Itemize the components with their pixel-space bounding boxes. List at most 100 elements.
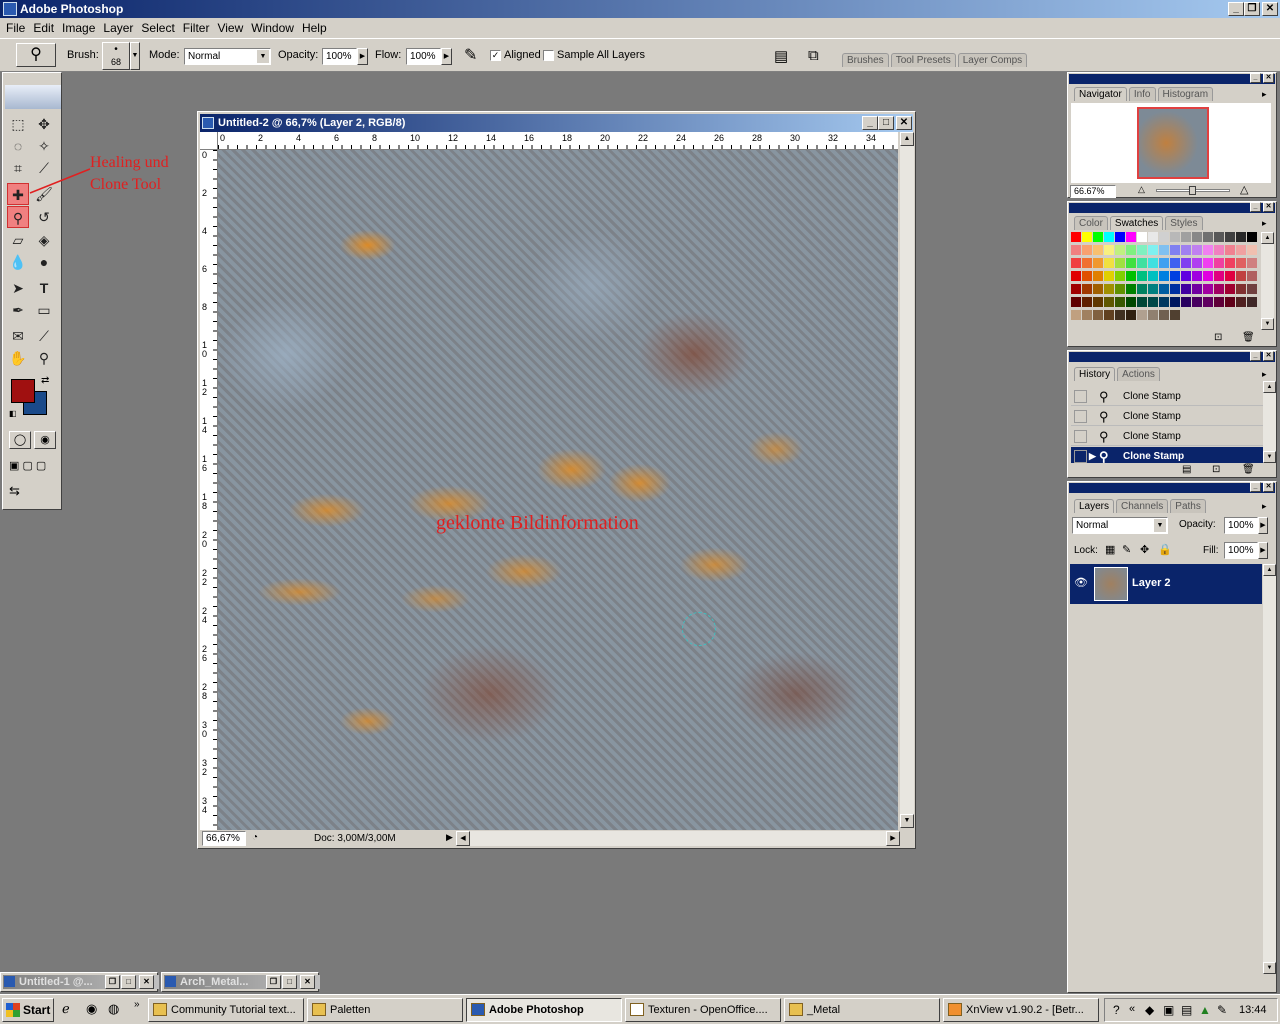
taskbar-button[interactable]: Community Tutorial text...: [148, 998, 304, 1022]
navigator-zoom-slider[interactable]: [1156, 186, 1230, 195]
quick-mask-icon[interactable]: ◉: [34, 431, 56, 449]
history-menu-icon[interactable]: ▸: [1262, 369, 1267, 380]
color-swatch[interactable]: [1247, 258, 1258, 269]
mode-select[interactable]: Normal ▼: [184, 48, 271, 65]
scroll-down-arrow[interactable]: ▼: [900, 814, 914, 828]
layers-close-icon[interactable]: ✕: [1263, 482, 1274, 492]
flow-field[interactable]: 100%: [406, 48, 441, 65]
color-swatch[interactable]: [1236, 297, 1247, 308]
color-swatch[interactable]: [1170, 271, 1181, 282]
color-swatch[interactable]: [1082, 310, 1093, 321]
history-item[interactable]: ⚲ Clone Stamp: [1071, 407, 1263, 426]
color-swatch[interactable]: [1115, 310, 1126, 321]
fill-arrow[interactable]: ▶: [1258, 542, 1268, 559]
history-panel-titlebar[interactable]: [1069, 352, 1275, 362]
standard-mode-icon[interactable]: ◯: [9, 431, 31, 449]
swatches-close-icon[interactable]: ✕: [1263, 202, 1274, 212]
color-swatch[interactable]: [1159, 258, 1170, 269]
tab-paths[interactable]: Paths: [1170, 499, 1206, 513]
color-swatch[interactable]: [1159, 245, 1170, 256]
tray-display-icon[interactable]: ▤: [1181, 1003, 1192, 1017]
color-swatch[interactable]: [1071, 245, 1082, 256]
tool-preset-picker[interactable]: ⚲: [16, 43, 56, 67]
lock-position-icon[interactable]: ✥: [1140, 543, 1149, 556]
history-scrollbar[interactable]: ▲ ▼: [1263, 381, 1276, 463]
color-swatch[interactable]: [1203, 271, 1214, 282]
color-swatch[interactable]: [1225, 297, 1236, 308]
hand-tool-icon[interactable]: ✋: [7, 347, 29, 369]
file-browser-icon[interactable]: ▤: [774, 47, 788, 65]
swatches-menu-icon[interactable]: ▸: [1262, 218, 1267, 229]
close-window-icon[interactable]: ✕: [300, 975, 315, 989]
swatches-panel-titlebar[interactable]: [1069, 203, 1275, 213]
color-swatch[interactable]: [1093, 310, 1104, 321]
color-swatch[interactable]: [1126, 297, 1137, 308]
scroll-right-arrow[interactable]: ▶: [886, 831, 900, 846]
color-swatch[interactable]: [1104, 232, 1115, 243]
color-swatch[interactable]: [1236, 258, 1247, 269]
color-swatch[interactable]: [1148, 232, 1159, 243]
history-scroll-up[interactable]: ▲: [1263, 381, 1276, 393]
navigator-thumbnail[interactable]: [1137, 107, 1209, 179]
default-colors-icon[interactable]: ◧: [9, 409, 17, 418]
tray-app-icon[interactable]: ◆: [1145, 1003, 1154, 1017]
color-swatch[interactable]: [1071, 310, 1082, 321]
tab-layers[interactable]: Layers: [1074, 499, 1115, 513]
pen-tool-icon[interactable]: ✒: [7, 299, 29, 321]
color-swatch[interactable]: [1203, 232, 1214, 243]
color-swatch[interactable]: [1247, 284, 1258, 295]
color-swatch[interactable]: [1236, 271, 1247, 282]
doc-close-button[interactable]: ✕: [896, 116, 912, 130]
lock-all-icon[interactable]: 🔒: [1158, 543, 1172, 556]
color-swatch[interactable]: [1082, 297, 1093, 308]
palette-well-icon[interactable]: ⧉: [808, 47, 819, 64]
color-swatch[interactable]: [1137, 232, 1148, 243]
eye-visibility-icon[interactable]: 👁: [1074, 576, 1088, 589]
color-swatch[interactable]: [1181, 245, 1192, 256]
tab-styles[interactable]: Styles: [1165, 216, 1203, 230]
healing-brush-icon[interactable]: ✚: [7, 183, 29, 205]
history-close-icon[interactable]: ✕: [1263, 351, 1274, 361]
maximize-window-icon[interactable]: □: [282, 975, 297, 989]
opacity-field[interactable]: 100%: [322, 48, 357, 65]
menu-file[interactable]: File: [2, 21, 29, 35]
tray-status-icon[interactable]: ▲: [1199, 1003, 1211, 1017]
color-swatch[interactable]: [1071, 232, 1082, 243]
well-tab-brushes[interactable]: Brushes: [842, 53, 889, 67]
color-swatch[interactable]: [1203, 297, 1214, 308]
color-swatch[interactable]: [1159, 297, 1170, 308]
menu-window[interactable]: Window: [247, 21, 298, 35]
color-swatch[interactable]: [1148, 271, 1159, 282]
dodge-tool-icon[interactable]: ●: [33, 251, 55, 273]
history-min-icon[interactable]: _: [1250, 351, 1261, 361]
color-swatch[interactable]: [1115, 245, 1126, 256]
color-swatch[interactable]: [1192, 271, 1203, 282]
delete-swatch-icon[interactable]: 🗑: [1242, 332, 1255, 343]
fill-field[interactable]: 100%: [1224, 542, 1258, 559]
blur-tool-icon[interactable]: 💧: [7, 251, 29, 273]
color-swatch[interactable]: [1236, 232, 1247, 243]
color-swatch[interactable]: [1104, 284, 1115, 295]
ie-quicklaunch-icon[interactable]: ℯ: [62, 1001, 70, 1017]
taskbar-button[interactable]: Texturen - OpenOffice....: [625, 998, 781, 1022]
history-scroll-down[interactable]: ▼: [1263, 451, 1276, 463]
status-icon[interactable]: ◔: [252, 832, 258, 843]
color-swatch[interactable]: [1247, 271, 1258, 282]
clone-stamp-tool-icon[interactable]: ⚲: [7, 206, 29, 228]
foreground-color-swatch[interactable]: [11, 379, 35, 403]
color-swatch[interactable]: [1192, 258, 1203, 269]
well-tab-tool-presets[interactable]: Tool Presets: [890, 53, 956, 67]
notes-tool-icon[interactable]: ✉: [7, 325, 29, 347]
color-swatch[interactable]: [1159, 232, 1170, 243]
tray-tool-icon[interactable]: ✎: [1217, 1003, 1227, 1017]
horizontal-scrollbar[interactable]: ◀ ▶: [456, 831, 900, 846]
status-menu-arrow[interactable]: ▶: [446, 832, 453, 843]
swatches-scroll-up[interactable]: ▲: [1261, 232, 1274, 244]
start-button[interactable]: Start: [2, 998, 54, 1022]
tray-expand-icon[interactable]: «: [1129, 1003, 1135, 1015]
color-swatch[interactable]: [1181, 284, 1192, 295]
doc-maximize-button[interactable]: □: [878, 116, 894, 130]
color-swatch[interactable]: [1214, 232, 1225, 243]
document-title-bar[interactable]: Untitled-2 @ 66,7% (Layer 2, RGB/8): [200, 114, 913, 132]
color-swatch[interactable]: [1214, 297, 1225, 308]
